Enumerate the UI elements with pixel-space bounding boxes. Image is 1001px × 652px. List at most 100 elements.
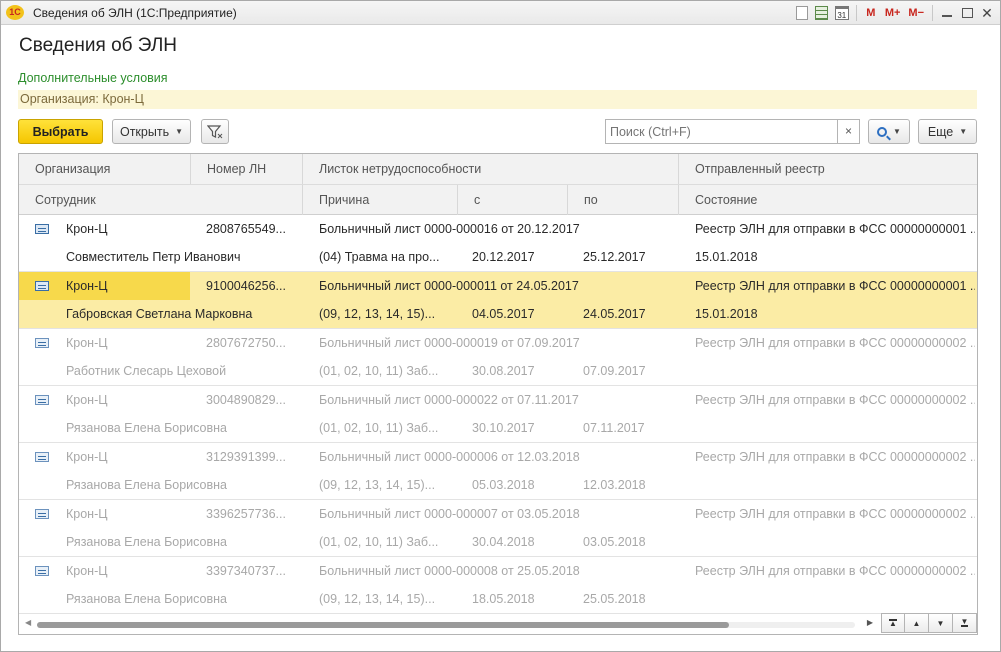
cell-to[interactable]: 25.12.2017 [583, 243, 678, 271]
column-header-registry[interactable]: Отправленный реестр [679, 154, 977, 184]
cell-organization[interactable]: Крон-Ц [66, 215, 186, 243]
cell-number[interactable]: 3396257736... [206, 500, 302, 528]
cell-reason[interactable]: (04) Травма на про... [319, 243, 457, 271]
cell-sick-sheet[interactable]: Больничный лист 0000-000022 от 07.11.201… [319, 386, 674, 414]
cell-organization[interactable]: Крон-Ц [66, 443, 186, 471]
cell-number[interactable]: 9100046256... [206, 272, 302, 300]
go-up-button[interactable]: ▲ [905, 613, 929, 633]
cell-number[interactable]: 2808765549... [206, 215, 302, 243]
table-row[interactable]: Крон-Ц 2807672750... Больничный лист 0000-… [19, 329, 977, 386]
organization-filter-bar[interactable]: Организация: Крон-Ц [18, 90, 977, 109]
cell-number[interactable]: 3129391399... [206, 443, 302, 471]
cell-sick-sheet[interactable]: Больничный лист 0000-000019 от 07.09.201… [319, 329, 674, 357]
cell-sick-sheet[interactable]: Больничный лист 0000-000006 от 12.03.201… [319, 443, 674, 471]
cell-employee[interactable]: Рязанова Елена Борисовна [66, 414, 301, 442]
cell-from[interactable]: 30.10.2017 [472, 414, 567, 442]
table-row[interactable]: Крон-Ц 9100046256... Больничный лист 0000-… [19, 272, 977, 329]
cell-registry[interactable]: Реестр ЭЛН для отправки в ФСС 0000000000… [695, 557, 975, 585]
column-header-reason[interactable]: Причина [303, 185, 458, 215]
cell-registry[interactable]: Реестр ЭЛН для отправки в ФСС 0000000000… [695, 386, 975, 414]
select-button[interactable]: Выбрать [18, 119, 103, 144]
cell-state[interactable] [695, 357, 975, 385]
go-first-button[interactable]: ▲ [881, 613, 905, 633]
cell-reason[interactable]: (01, 02, 10, 11) Заб... [319, 528, 457, 556]
cell-employee[interactable]: Работник Слесарь Цеховой [66, 357, 301, 385]
column-header-employee[interactable]: Сотрудник [19, 185, 303, 215]
cell-to[interactable]: 12.03.2018 [583, 471, 678, 499]
table-row[interactable]: Крон-Ц 3129391399... Больничный лист 0000-… [19, 443, 977, 500]
cell-from[interactable]: 18.05.2018 [472, 585, 567, 613]
clear-search-icon[interactable]: × [837, 120, 859, 143]
cell-to[interactable]: 03.05.2018 [583, 528, 678, 556]
cell-number[interactable]: 3397340737... [206, 557, 302, 585]
memory-button-m-minus[interactable]: M− [905, 4, 927, 22]
cell-from[interactable]: 30.08.2017 [472, 357, 567, 385]
cell-state[interactable] [695, 528, 975, 556]
open-menu-button[interactable]: Открыть ▼ [112, 119, 191, 144]
cell-reason[interactable]: (01, 02, 10, 11) Заб... [319, 414, 457, 442]
cell-to[interactable]: 25.05.2018 [583, 585, 678, 613]
search-button[interactable]: ▼ [868, 119, 910, 144]
go-last-button[interactable]: ▼ [953, 613, 977, 633]
cell-registry[interactable]: Реестр ЭЛН для отправки в ФСС 0000000000… [695, 500, 975, 528]
cell-to[interactable]: 24.05.2017 [583, 300, 678, 328]
cell-employee[interactable]: Рязанова Елена Борисовна [66, 471, 301, 499]
column-header-to[interactable]: по [568, 185, 679, 215]
cell-to[interactable]: 07.09.2017 [583, 357, 678, 385]
column-header-sick-sheet[interactable]: Листок нетрудоспособности [303, 154, 679, 184]
cell-from[interactable]: 04.05.2017 [472, 300, 567, 328]
cell-state[interactable]: 15.01.2018 [695, 243, 975, 271]
search-field[interactable]: × [605, 119, 860, 144]
column-header-organization[interactable]: Организация [19, 154, 191, 184]
cell-state[interactable] [695, 471, 975, 499]
cell-registry[interactable]: Реестр ЭЛН для отправки в ФСС 0000000000… [695, 272, 975, 300]
cell-organization[interactable]: Крон-Ц [66, 272, 186, 300]
table-row[interactable]: Крон-Ц 3396257736... Больничный лист 0000-… [19, 500, 977, 557]
cell-state[interactable]: 15.01.2018 [695, 300, 975, 328]
calculator-icon[interactable] [813, 4, 831, 22]
scroll-left-icon[interactable]: ◀ [25, 618, 31, 627]
cell-organization[interactable]: Крон-Ц [66, 557, 186, 585]
minimize-icon[interactable] [938, 4, 956, 22]
cell-state[interactable] [695, 414, 975, 442]
column-header-number[interactable]: Номер ЛН [191, 154, 303, 184]
search-input[interactable] [606, 120, 839, 143]
1c-logo-icon[interactable]: 1С [6, 5, 24, 20]
cell-employee[interactable]: Рязанова Елена Борисовна [66, 585, 301, 613]
cell-from[interactable]: 30.04.2018 [472, 528, 567, 556]
cell-reason[interactable]: (09, 12, 13, 14, 15)... [319, 585, 457, 613]
table-row[interactable]: Крон-Ц 2808765549... Больничный лист 0000-… [19, 215, 977, 272]
cell-registry[interactable]: Реестр ЭЛН для отправки в ФСС 0000000000… [695, 329, 975, 357]
close-icon[interactable]: ✕ [978, 4, 996, 22]
table-row[interactable]: Крон-Ц 3004890829... Больничный лист 0000-… [19, 386, 977, 443]
cell-employee[interactable]: Совместитель Петр Иванович [66, 243, 301, 271]
cell-registry[interactable]: Реестр ЭЛН для отправки в ФСС 0000000000… [695, 215, 975, 243]
column-header-state[interactable]: Состояние [679, 185, 977, 215]
cell-employee[interactable]: Рязанова Елена Борисовна [66, 528, 301, 556]
scroll-thumb[interactable] [37, 622, 729, 628]
extra-conditions-link[interactable]: Дополнительные условия [18, 71, 168, 85]
calendar-icon[interactable]: 31 [833, 4, 851, 22]
cell-employee[interactable]: Габровская Светлана Марковна [66, 300, 301, 328]
cell-from[interactable]: 20.12.2017 [472, 243, 567, 271]
maximize-icon[interactable] [958, 4, 976, 22]
eln-table[interactable]: Организация Номер ЛН Листок нетрудоспосо… [18, 153, 978, 635]
cell-registry[interactable]: Реестр ЭЛН для отправки в ФСС 0000000000… [695, 443, 975, 471]
cell-reason[interactable]: (09, 12, 13, 14, 15)... [319, 471, 457, 499]
cell-sick-sheet[interactable]: Больничный лист 0000-000011 от 24.05.201… [319, 272, 674, 300]
cell-number[interactable]: 3004890829... [206, 386, 302, 414]
cell-to[interactable]: 07.11.2017 [583, 414, 678, 442]
cell-from[interactable]: 05.03.2018 [472, 471, 567, 499]
horizontal-scrollbar[interactable]: ◀ ▶ [19, 614, 877, 634]
table-row[interactable]: Крон-Ц 3397340737... Больничный лист 0000-… [19, 557, 977, 614]
go-down-button[interactable]: ▼ [929, 613, 953, 633]
print-icon[interactable] [793, 4, 811, 22]
cell-reason[interactable]: (01, 02, 10, 11) Заб... [319, 357, 457, 385]
cell-state[interactable] [695, 585, 975, 613]
cell-sick-sheet[interactable]: Больничный лист 0000-000016 от 20.12.201… [319, 215, 674, 243]
cell-organization[interactable]: Крон-Ц [66, 386, 186, 414]
cell-sick-sheet[interactable]: Больничный лист 0000-000007 от 03.05.201… [319, 500, 674, 528]
cell-organization[interactable]: Крон-Ц [66, 500, 186, 528]
cell-number[interactable]: 2807672750... [206, 329, 302, 357]
scroll-right-icon[interactable]: ▶ [867, 618, 873, 627]
